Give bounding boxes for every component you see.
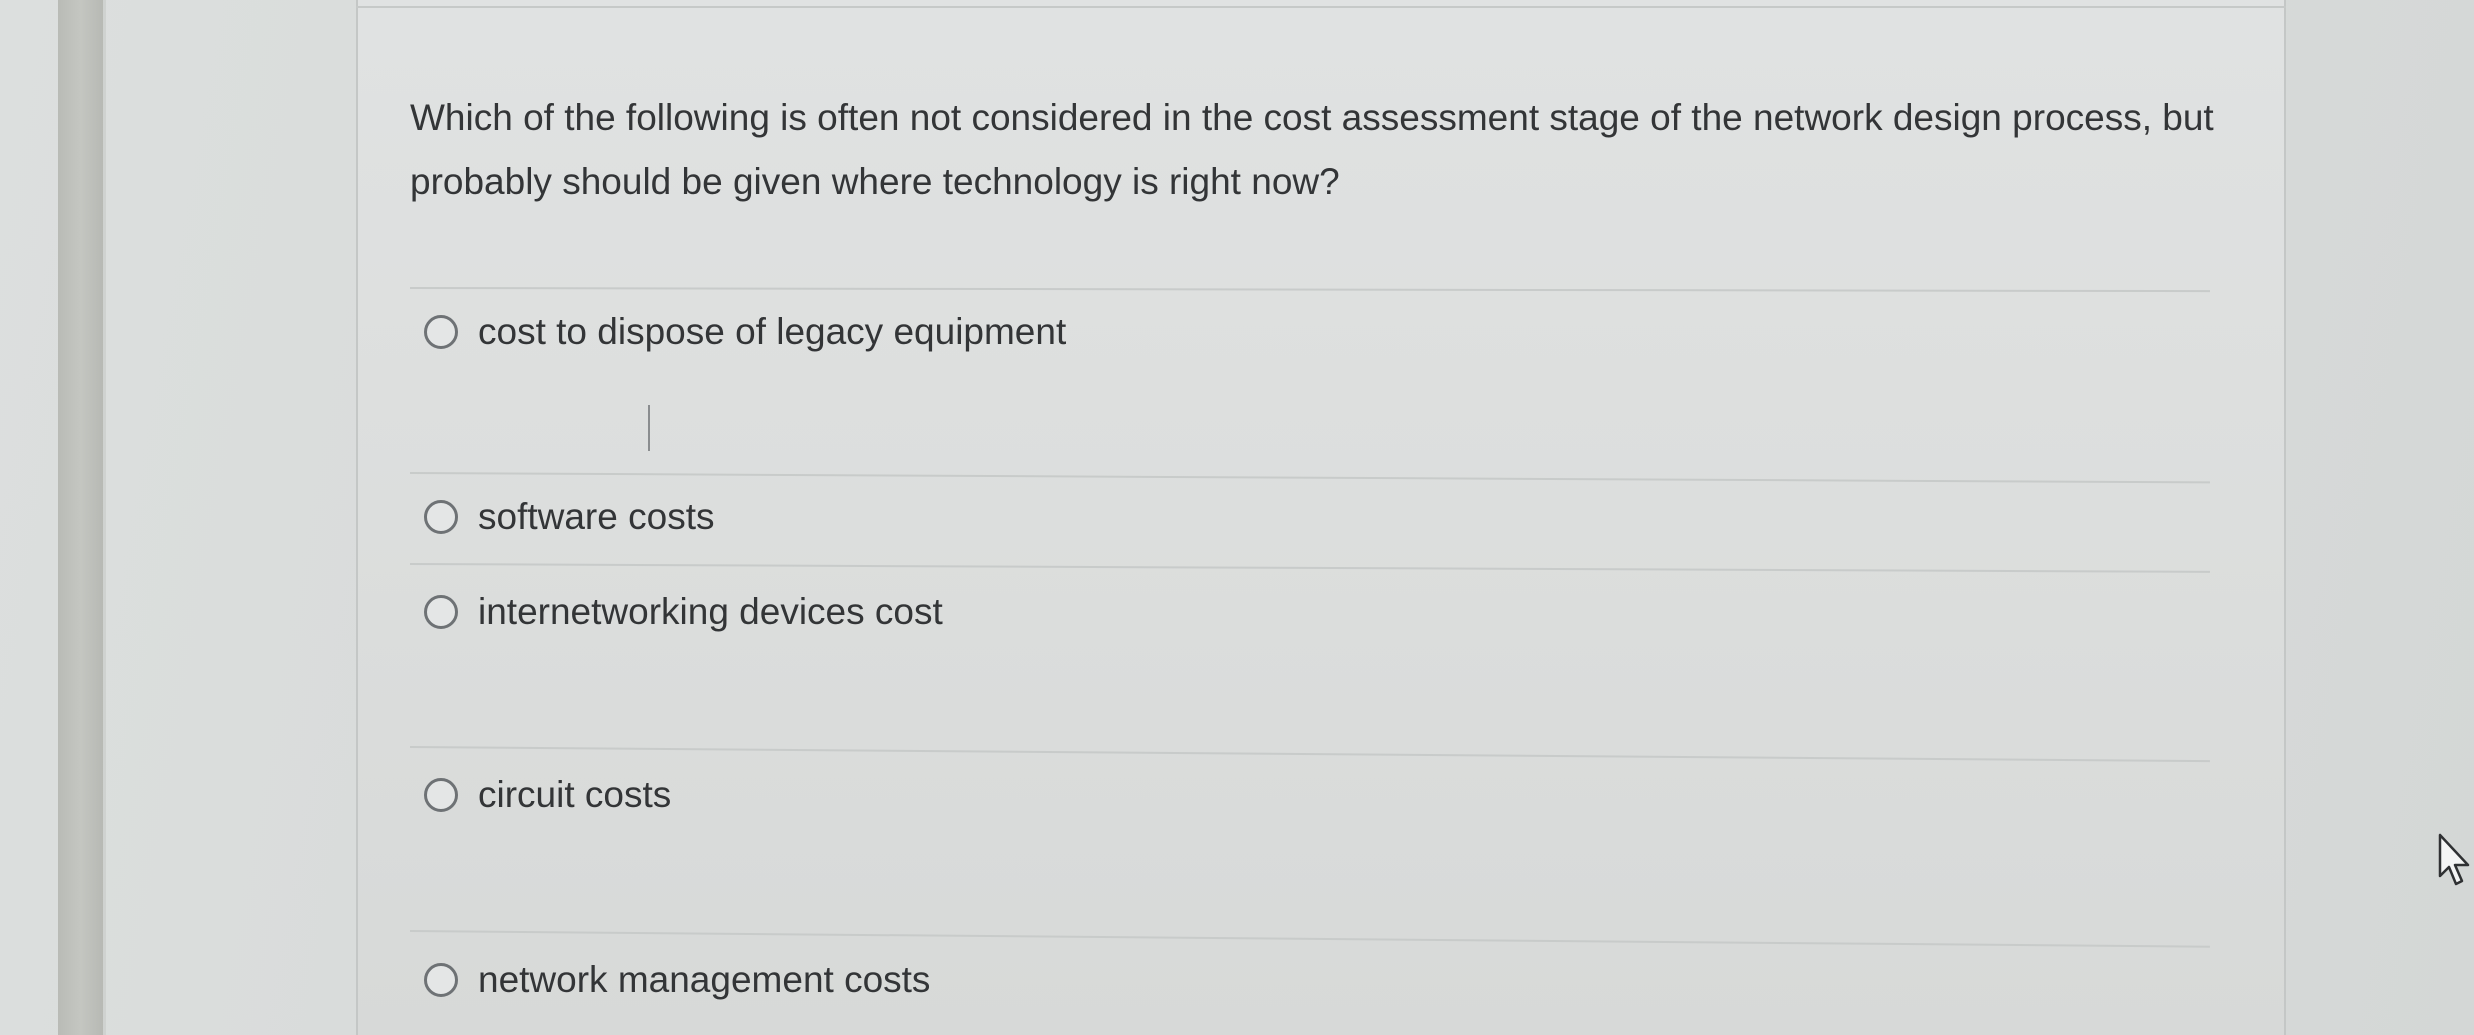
- radio-button-icon[interactable]: [424, 595, 458, 629]
- option-legacy-equipment[interactable]: cost to dispose of legacy equipment: [424, 310, 1066, 354]
- option-label: circuit costs: [478, 774, 672, 815]
- radio-button-icon[interactable]: [424, 778, 458, 812]
- option-software-costs[interactable]: software costs: [424, 495, 714, 539]
- option-label: internetworking devices cost: [478, 591, 943, 632]
- option-label: network management costs: [478, 959, 931, 1000]
- radio-button-icon[interactable]: [424, 500, 458, 534]
- screen: Which of the following is often not cons…: [0, 0, 2474, 1035]
- mouse-pointer-icon: [2438, 833, 2470, 886]
- option-internetworking-devices[interactable]: internetworking devices cost: [424, 590, 943, 634]
- card-top-border: [356, 6, 2286, 8]
- question-text: Which of the following is often not cons…: [410, 97, 2214, 202]
- option-label: cost to dispose of legacy equipment: [478, 311, 1067, 352]
- radio-button-icon[interactable]: [424, 963, 458, 997]
- option-label: software costs: [478, 496, 715, 537]
- stray-mark: [648, 405, 650, 451]
- left-rail-edge: [103, 0, 106, 1035]
- option-network-management[interactable]: network management costs: [424, 958, 930, 1002]
- option-circuit-costs[interactable]: circuit costs: [424, 773, 671, 817]
- radio-button-icon[interactable]: [424, 315, 458, 349]
- left-scroll-rail: [58, 0, 103, 1035]
